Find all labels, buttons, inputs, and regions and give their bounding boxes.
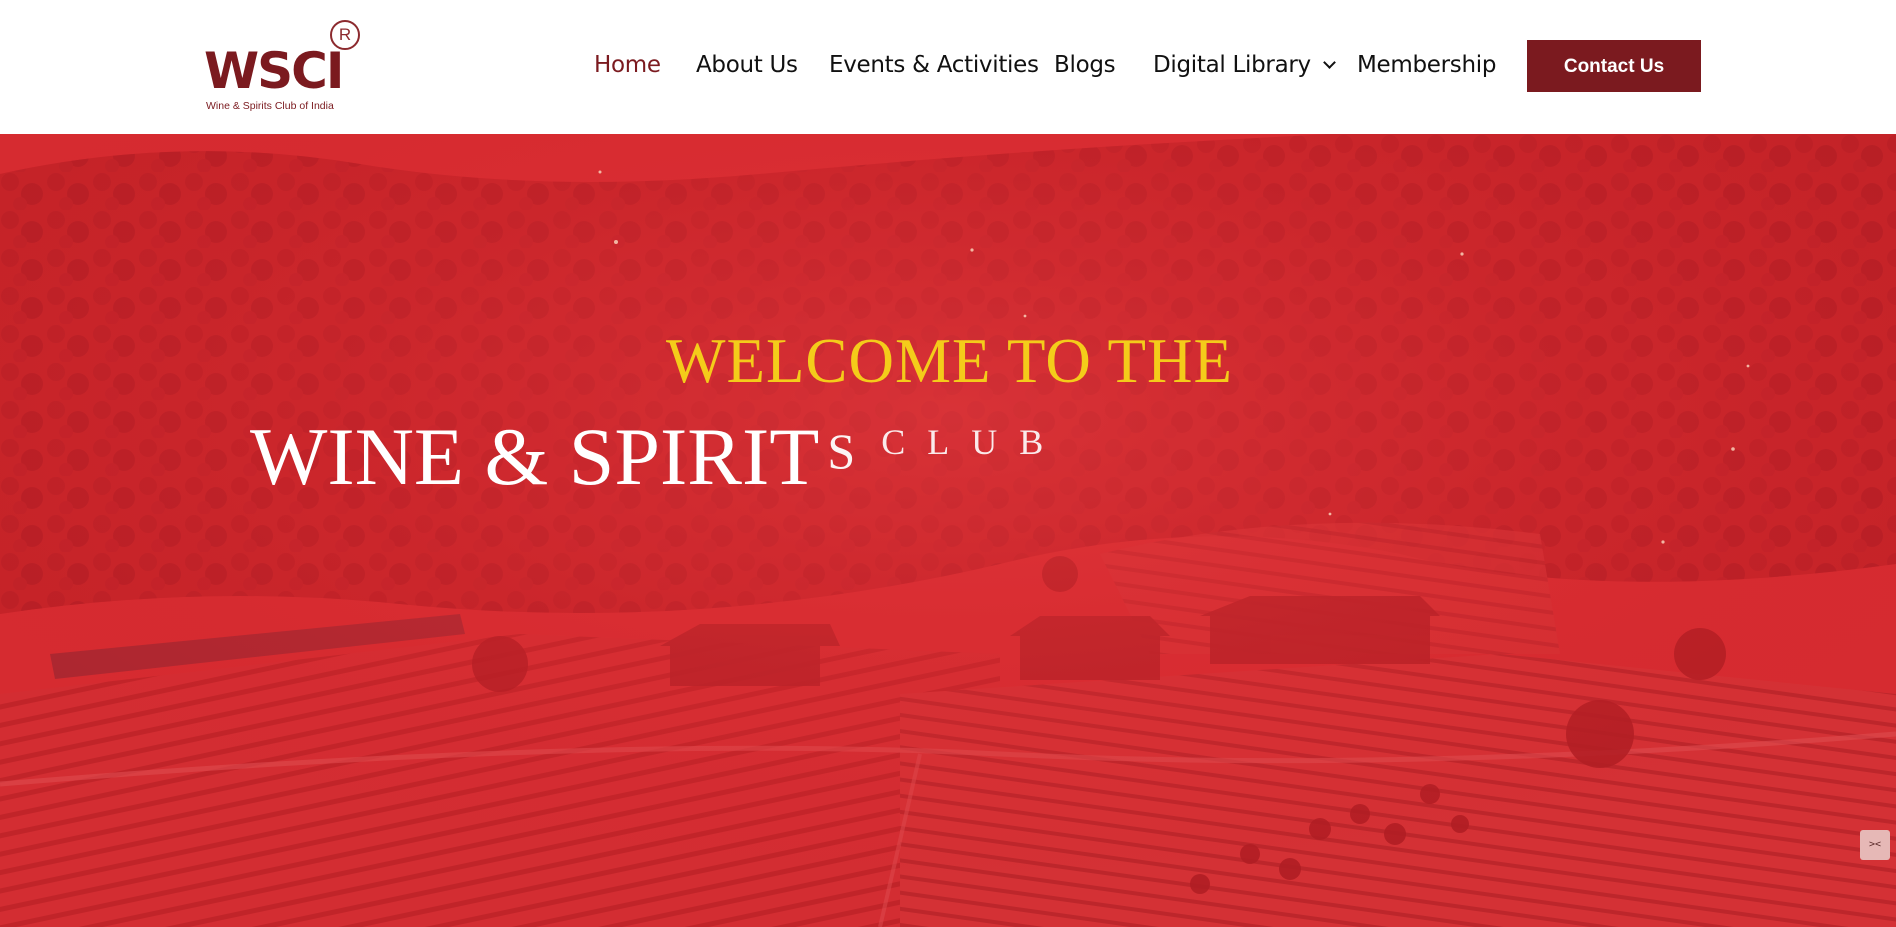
hero-club-heading: WINE & SPIRIT S CLUB — [250, 416, 1065, 498]
nav-home[interactable]: Home — [594, 52, 661, 78]
vineyard-background-image — [0, 134, 1896, 927]
site-header: WSCI R Wine & Spirits Club of India Home… — [0, 0, 1896, 134]
hero-welcome-heading: WELCOME TO THE — [666, 326, 1233, 396]
hero-video-banner: WELCOME TO THE WINE & SPIRIT S CLUB >< — [0, 134, 1896, 927]
contact-us-button[interactable]: Contact Us — [1527, 40, 1701, 92]
hero-club-heading-s: S — [827, 423, 856, 479]
nav-about-us[interactable]: About Us — [696, 52, 798, 78]
collapse-arrows-icon[interactable]: >< — [1860, 830, 1890, 860]
nav-digital-library[interactable]: Digital Library — [1153, 52, 1336, 78]
hero-club-heading-main: WINE & SPIRIT — [250, 411, 820, 502]
nav-blogs[interactable]: Blogs — [1054, 52, 1116, 78]
nav-digital-library-label: Digital Library — [1153, 52, 1311, 78]
main-nav: Home About Us Events & Activities Blogs … — [0, 0, 1896, 134]
nav-membership[interactable]: Membership — [1357, 52, 1496, 78]
hero-club-heading-club: CLUB — [881, 422, 1066, 462]
chevron-down-icon — [1322, 56, 1336, 69]
nav-events-activities[interactable]: Events & Activities — [829, 52, 1039, 78]
